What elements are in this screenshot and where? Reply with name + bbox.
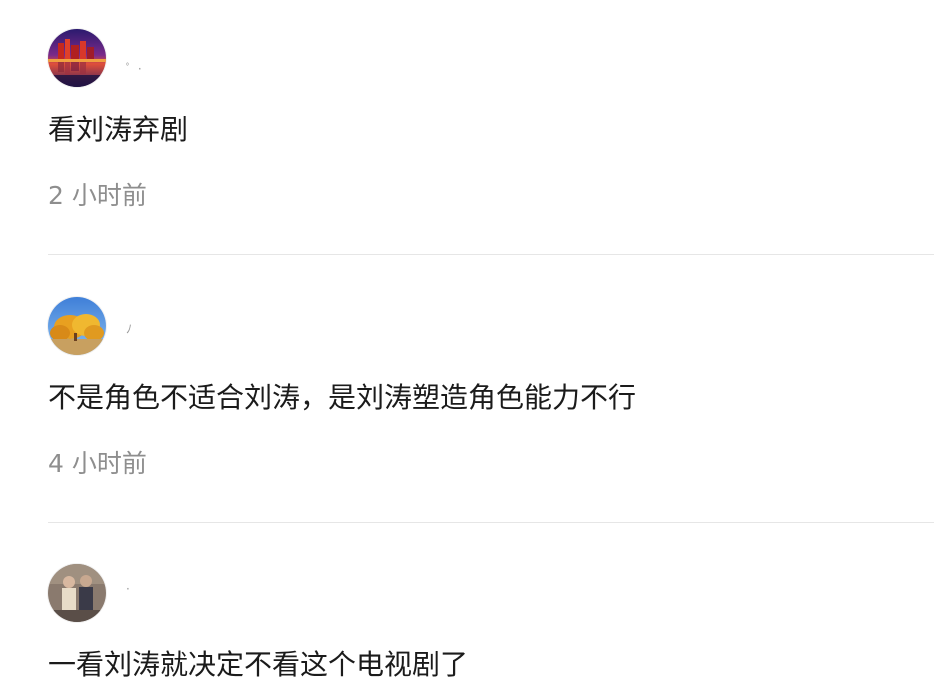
autumn-tree-avatar-icon[interactable] bbox=[48, 297, 106, 355]
comment-text: 不是角色不适合刘涛，是刘涛塑造角色能力不行 bbox=[48, 381, 637, 414]
avatar-image bbox=[48, 297, 106, 355]
divider bbox=[48, 522, 934, 523]
avatar-image bbox=[48, 29, 106, 87]
comment-text: 一看刘涛就决定不看这个电视剧了 bbox=[48, 648, 469, 681]
username[interactable]: ﾉ bbox=[126, 320, 133, 337]
comment-timestamp: 2 小时前 bbox=[48, 181, 147, 210]
comment-text: 看刘涛弃剧 bbox=[48, 113, 189, 146]
comment-timestamp: 4 小时前 bbox=[48, 449, 147, 478]
username[interactable]: ﾟ · bbox=[126, 60, 143, 77]
username[interactable]: · bbox=[126, 582, 131, 596]
divider bbox=[48, 254, 934, 255]
sunset-lake-avatar-icon[interactable] bbox=[48, 29, 106, 87]
couple-photo-avatar-icon[interactable] bbox=[48, 564, 106, 622]
avatar-image bbox=[48, 564, 106, 622]
